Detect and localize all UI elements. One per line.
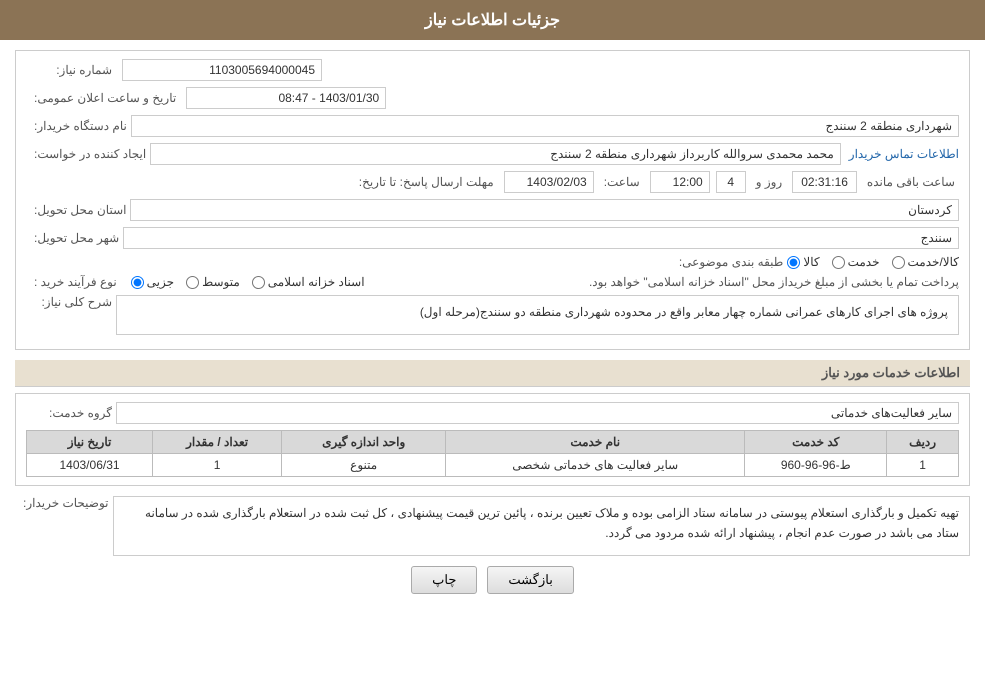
row-شرح: پروژه های اجرای کارهای عمرانی شماره چهار… <box>26 295 959 335</box>
back-button[interactable]: بازگشت <box>487 566 573 594</box>
button-row: بازگشت چاپ <box>15 566 970 594</box>
radio-جزیی-input[interactable] <box>131 276 144 289</box>
countdown-section: ساعت باقی مانده 02:31:16 روز و 4 12:00 س… <box>504 171 959 193</box>
cell-کد-خدمت: ط-96-96-960 <box>745 454 887 477</box>
page-title: جزئیات اطلاعات نیاز <box>425 12 560 29</box>
services-block: سایر فعالیت‌های خدماتی گروه خدمت: ردیف ک… <box>15 393 970 486</box>
row-ایجاد: اطلاعات تماس خریدار محمد محمدی سروالله ک… <box>26 143 959 165</box>
col-کد-خدمت: کد خدمت <box>745 431 887 454</box>
روز-label: روز و <box>752 175 787 189</box>
radio-خدمت-input[interactable] <box>832 256 845 269</box>
row-مهلت: ساعت باقی مانده 02:31:16 روز و 4 12:00 س… <box>26 171 959 193</box>
cell-نام-خدمت: سایر فعالیت های خدماتی شخصی <box>446 454 745 477</box>
col-ردیف: ردیف <box>887 431 959 454</box>
گروه-خدمت-label: گروه خدمت: <box>26 406 116 420</box>
توضیحات-label: توضیحات خریدار: <box>15 496 113 510</box>
row-شهر: سنندج شهر محل تحویل: <box>26 227 959 249</box>
row-شماره-نیاز: 1103005694000045 شماره نیاز: <box>26 59 959 81</box>
row-تاریخ: 1403/01/30 - 08:47 تاریخ و ساعت اعلان عم… <box>26 87 959 109</box>
page-header: جزئیات اطلاعات نیاز <box>0 0 985 40</box>
شماره-نیاز-label: شماره نیاز: <box>26 63 116 77</box>
دستگاه-label: نام دستگاه خریدار: <box>26 119 131 133</box>
تاریخ-value: 1403/01/30 - 08:47 <box>186 87 386 109</box>
col-نام-خدمت: نام خدمت <box>446 431 745 454</box>
cell-واحد: متنوع <box>282 454 446 477</box>
radio-خدمت[interactable]: خدمت <box>832 255 880 269</box>
services-table: ردیف کد خدمت نام خدمت واحد اندازه گیری ت… <box>26 430 959 477</box>
col-تعداد: تعداد / مقدار <box>153 431 282 454</box>
print-button[interactable]: چاپ <box>411 566 477 594</box>
تماس-خریدار-link[interactable]: اطلاعات تماس خریدار <box>849 147 959 161</box>
row-استان: کردستان استان محل تحویل: <box>26 199 959 221</box>
مهلت-label: مهلت ارسال پاسخ: تا تاریخ: <box>351 175 498 189</box>
col-واحد: واحد اندازه گیری <box>282 431 446 454</box>
طبقه-label: طبقه بندی موضوعی: <box>671 255 788 269</box>
row-گروه-خدمت: سایر فعالیت‌های خدماتی گروه خدمت: <box>26 402 959 424</box>
گروه-خدمت-value: سایر فعالیت‌های خدماتی <box>116 402 959 424</box>
radio-متوسط-label: متوسط <box>202 275 240 289</box>
باقی-مانده-label: ساعت باقی مانده <box>863 175 959 189</box>
radio-group-فرآیند: اسناد خزانه اسلامی متوسط جزیی <box>131 275 365 289</box>
row-توضیحات: تهیه تکمیل و بارگذاری استعلام پیوستی در … <box>15 496 970 556</box>
شماره-نیاز-value: 1103005694000045 <box>122 59 322 81</box>
شهر-value: سنندج <box>123 227 959 249</box>
radio-جزیی[interactable]: جزیی <box>131 275 174 289</box>
تاریخ-label: تاریخ و ساعت اعلان عمومی: <box>26 91 180 105</box>
main-content: 1103005694000045 شماره نیاز: 1403/01/30 … <box>0 40 985 614</box>
ساعت-value: 12:00 <box>650 171 710 193</box>
ایجاد-value: محمد محمدی سروالله کاربرداز شهرداری منطق… <box>150 143 841 165</box>
radio-خدمت-label: خدمت <box>848 255 880 269</box>
radio-اسناد-input[interactable] <box>252 276 265 289</box>
radio-group-طبقه: کالا/خدمت خدمت کالا <box>787 255 959 269</box>
توضیحات-value: تهیه تکمیل و بارگذاری استعلام پیوستی در … <box>113 496 970 556</box>
form-block: 1103005694000045 شماره نیاز: 1403/01/30 … <box>15 50 970 350</box>
روز-value: 4 <box>716 171 746 193</box>
استان-value: کردستان <box>130 199 959 221</box>
radio-کالا[interactable]: کالا <box>787 255 819 269</box>
col-تاریخ-نیاز: تاریخ نیاز <box>27 431 153 454</box>
cell-تاریخ: 1403/06/31 <box>27 454 153 477</box>
radio-جزیی-label: جزیی <box>147 275 174 289</box>
row-دستگاه: شهرداری منطقه 2 سنندج نام دستگاه خریدار: <box>26 115 959 137</box>
countdown-value: 02:31:16 <box>792 171 857 193</box>
radio-اسناد[interactable]: اسناد خزانه اسلامی <box>252 275 365 289</box>
شرح-label: شرح کلی نیاز: <box>26 295 116 309</box>
شهر-label: شهر محل تحویل: <box>26 231 123 245</box>
radio-کالا-خدمت-label: کالا/خدمت <box>908 255 959 269</box>
radio-متوسط-input[interactable] <box>186 276 199 289</box>
table-row: 1 ط-96-96-960 سایر فعالیت های خدماتی شخص… <box>27 454 959 477</box>
row-فرآیند: پرداخت تمام یا بخشی از مبلغ خریداز محل "… <box>26 275 959 289</box>
شرح-value: پروژه های اجرای کارهای عمرانی شماره چهار… <box>116 295 959 335</box>
radio-کالا-خدمت[interactable]: کالا/خدمت <box>892 255 959 269</box>
radio-اسناد-label: اسناد خزانه اسلامی <box>268 275 365 289</box>
cell-ردیف: 1 <box>887 454 959 477</box>
radio-کالا-خدمت-input[interactable] <box>892 256 905 269</box>
مهلت-date-value: 1403/02/03 <box>504 171 594 193</box>
دستگاه-value: شهرداری منطقه 2 سنندج <box>131 115 959 137</box>
ساعت-label: ساعت: <box>600 175 644 189</box>
radio-کالا-input[interactable] <box>787 256 800 269</box>
استان-label: استان محل تحویل: <box>26 203 130 217</box>
radio-کالا-label: کالا <box>803 255 819 269</box>
process-note: پرداخت تمام یا بخشی از مبلغ خریداز محل "… <box>365 275 959 289</box>
ایجاد-label: ایجاد کننده در خواست: <box>26 147 150 161</box>
services-section-title: اطلاعات خدمات مورد نیاز <box>15 360 970 387</box>
page-container: جزئیات اطلاعات نیاز 1103005694000045 شما… <box>0 0 985 691</box>
فرآیند-label: نوع فرآیند خرید : <box>26 275 121 289</box>
cell-تعداد: 1 <box>153 454 282 477</box>
radio-متوسط[interactable]: متوسط <box>186 275 240 289</box>
row-طبقه: کالا/خدمت خدمت کالا طبقه بندی موضوعی: <box>26 255 959 269</box>
